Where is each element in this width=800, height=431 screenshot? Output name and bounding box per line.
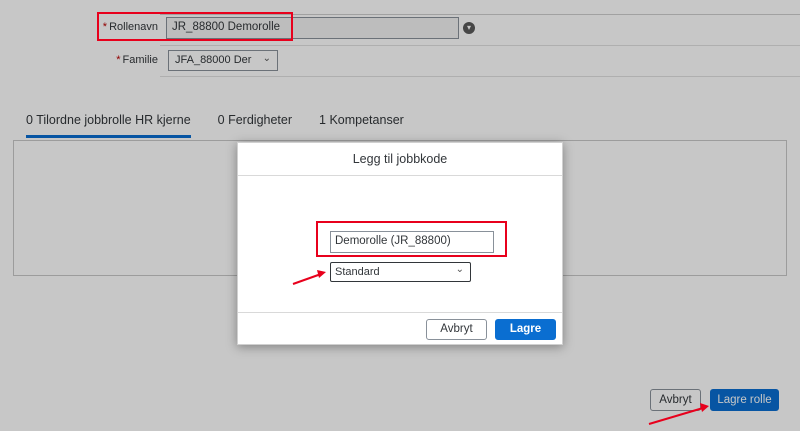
jobcode-type-select[interactable]: Standard ⌄ — [330, 262, 471, 282]
highlight-box — [97, 12, 293, 41]
family-select[interactable]: JFA_88000 Der ⌄ — [168, 50, 278, 71]
dialog-cancel-button[interactable]: Avbryt — [426, 319, 487, 340]
chevron-down-icon: ⌄ — [262, 53, 271, 64]
cancel-label: Avbryt — [440, 323, 473, 335]
tab-skills[interactable]: 0 Ferdigheter — [218, 113, 292, 138]
tab-label: 0 Tilordne jobbrolle HR kjerne — [26, 113, 191, 127]
tab-competencies[interactable]: 1 Kompetanser — [319, 113, 404, 138]
type-value: Standard — [335, 266, 380, 278]
tab-bar: 0 Tilordne jobbrolle HR kjerne 0 Ferdigh… — [26, 113, 431, 138]
save-label: Lagre — [509, 323, 542, 335]
tab-label: 1 Kompetanser — [319, 113, 404, 127]
info-icon[interactable]: ▾ — [463, 22, 475, 34]
tab-assign-job-role[interactable]: 0 Tilordne jobbrolle HR kjerne — [26, 113, 191, 138]
tab-label: 0 Ferdigheter — [217, 113, 293, 127]
save-role-button[interactable]: Lagre rolle — [710, 389, 779, 411]
family-label-text: Familie — [122, 54, 158, 66]
dialog-save-button[interactable]: Lagre — [495, 319, 556, 340]
chevron-down-icon: ⌄ — [455, 264, 464, 275]
row-divider — [160, 76, 800, 77]
annotation-arrow — [292, 270, 326, 285]
family-value: JFA_88000 Der — [175, 54, 252, 66]
family-label: * Familie — [116, 54, 158, 66]
required-mark: * — [116, 54, 121, 66]
save-label: Lagre rolle — [717, 394, 772, 406]
dialog-footer: Avbryt Lagre — [238, 312, 562, 344]
row-divider — [160, 45, 800, 46]
highlight-box — [316, 221, 507, 257]
annotation-arrow — [648, 403, 709, 425]
dialog-title: Legg til jobbkode — [238, 143, 562, 176]
